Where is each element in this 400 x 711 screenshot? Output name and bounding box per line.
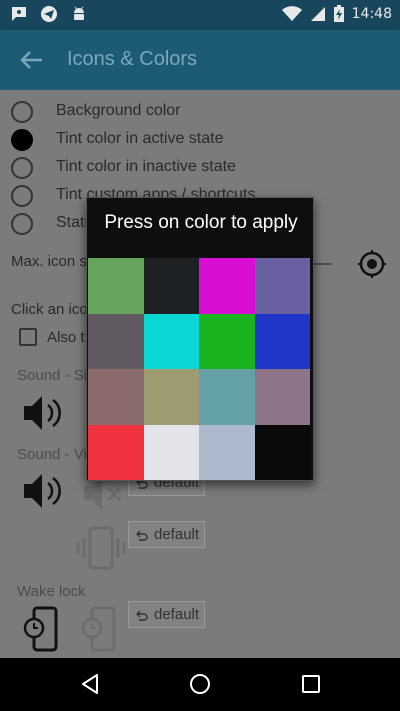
page-title: Icons & Colors <box>67 48 198 70</box>
color-swatch[interactable] <box>88 369 144 425</box>
option-label: Tint color in active state <box>56 130 224 147</box>
color-swatch[interactable] <box>143 369 199 425</box>
radio-button[interactable] <box>11 185 33 207</box>
radio-button[interactable] <box>11 157 33 179</box>
status-time: 14:48 <box>351 5 392 22</box>
nav-recents-icon[interactable] <box>299 672 323 696</box>
option-tint-inactive[interactable]: Tint color in inactive state <box>0 155 400 183</box>
default-button[interactable]: default <box>128 601 205 628</box>
status-bar: 14:48 <box>0 0 400 30</box>
color-swatch[interactable] <box>88 258 144 314</box>
color-swatch[interactable] <box>88 313 144 369</box>
color-picker-dialog: Press on color to apply <box>86 197 314 481</box>
color-swatch[interactable] <box>143 313 199 369</box>
undo-icon <box>135 528 149 542</box>
undo-icon <box>135 608 149 622</box>
color-swatch[interactable] <box>199 258 255 314</box>
send-icon <box>40 5 58 23</box>
option-tint-active[interactable]: Tint color in active state <box>0 127 400 155</box>
color-swatch[interactable] <box>254 369 310 425</box>
color-swatch[interactable] <box>143 258 199 314</box>
section-sound-silent: Sound - Si <box>17 367 88 384</box>
color-swatch[interactable] <box>254 424 310 480</box>
phone-clock-icon[interactable] <box>22 606 62 657</box>
dialog-title: Press on color to apply <box>104 212 298 233</box>
color-swatch[interactable] <box>199 424 255 480</box>
section-wake-lock: Wake lock <box>17 583 86 600</box>
vibrate-phone-icon[interactable] <box>74 526 128 575</box>
navigation-bar <box>0 658 400 711</box>
color-swatch[interactable] <box>254 313 310 369</box>
default-button[interactable]: default <box>128 521 205 548</box>
phone-clock-inactive-icon[interactable] <box>80 606 120 657</box>
radio-button-selected[interactable] <box>11 129 33 151</box>
also-label: Also t <box>47 329 85 346</box>
option-label: Tint color in inactive state <box>56 158 236 175</box>
nav-home-icon[interactable] <box>188 672 212 696</box>
default-button-label: default <box>154 606 200 623</box>
reset-size-icon[interactable] <box>356 248 388 280</box>
option-label: Background color <box>56 102 181 119</box>
wifi-icon <box>281 5 302 22</box>
click-icon-label: Click an ico <box>11 301 88 318</box>
android-icon <box>70 5 88 23</box>
radio-button[interactable] <box>11 101 33 123</box>
color-swatch[interactable] <box>254 258 310 314</box>
max-icon-size-label: Max. icon s <box>11 253 87 270</box>
color-swatch[interactable] <box>88 424 144 480</box>
color-swatch[interactable] <box>199 313 255 369</box>
color-swatch[interactable] <box>199 369 255 425</box>
app-bar: Icons & Colors <box>0 30 400 90</box>
color-grid <box>88 258 310 480</box>
color-swatch[interactable] <box>143 424 199 480</box>
battery-charging-icon <box>333 5 344 22</box>
radio-button[interactable] <box>11 213 33 235</box>
chat-bubble-icon <box>10 5 28 23</box>
speaker-icon[interactable] <box>22 470 66 517</box>
arrow-left-icon[interactable] <box>18 48 44 72</box>
also-checkbox[interactable] <box>19 328 37 346</box>
signal-icon <box>310 6 326 22</box>
section-sound-vibrate: Sound - Vi <box>17 446 87 463</box>
option-background-color[interactable]: Background color <box>0 99 400 127</box>
default-button-label: default <box>154 526 200 543</box>
speaker-icon[interactable] <box>22 392 66 439</box>
nav-back-icon[interactable] <box>78 672 102 696</box>
